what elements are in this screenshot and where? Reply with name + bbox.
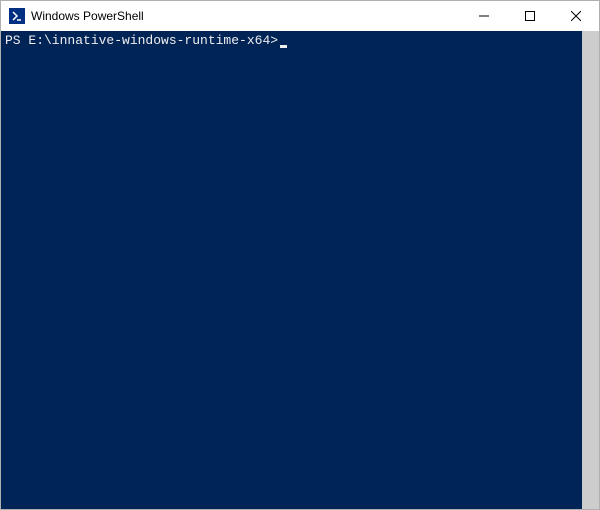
- powershell-icon: [9, 8, 25, 24]
- close-button[interactable]: [553, 1, 599, 31]
- powershell-window: Windows PowerShell PS E:\innative: [0, 0, 600, 510]
- prompt-line: PS E:\innative-windows-runtime-x64>: [5, 33, 578, 49]
- window-controls: [461, 1, 599, 31]
- maximize-icon: [525, 11, 535, 21]
- cursor: [280, 45, 287, 48]
- minimize-button[interactable]: [461, 1, 507, 31]
- prompt-text: PS E:\innative-windows-runtime-x64>: [5, 33, 278, 48]
- close-icon: [571, 11, 581, 21]
- content-area: PS E:\innative-windows-runtime-x64>: [1, 31, 599, 509]
- vertical-scrollbar[interactable]: [582, 31, 599, 509]
- window-title: Windows PowerShell: [31, 9, 461, 23]
- minimize-icon: [479, 11, 489, 21]
- scrollbar-thumb[interactable]: [582, 31, 599, 509]
- maximize-button[interactable]: [507, 1, 553, 31]
- titlebar[interactable]: Windows PowerShell: [1, 1, 599, 31]
- terminal[interactable]: PS E:\innative-windows-runtime-x64>: [1, 31, 582, 509]
